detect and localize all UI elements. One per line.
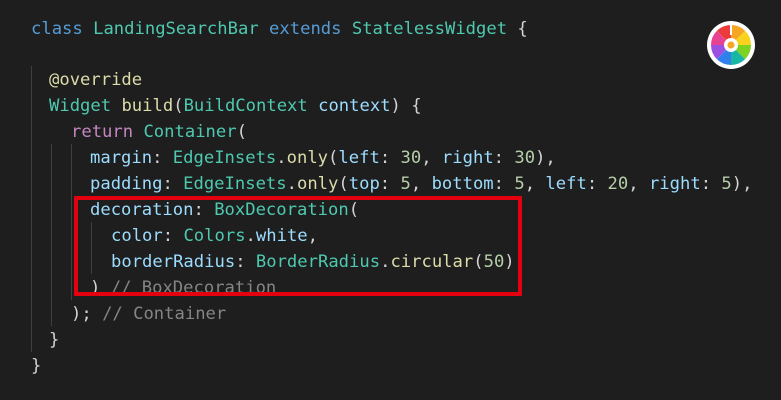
code-line-7: padding: EdgeInsets.only(top: 5, bottom:… xyxy=(90,171,752,197)
comma: , xyxy=(410,174,432,194)
margin-prop: margin xyxy=(90,148,153,168)
edge-insets-class: EdgeInsets xyxy=(172,148,277,168)
colon: : xyxy=(493,148,515,168)
code-line-3: @override xyxy=(49,67,142,93)
colon: : xyxy=(379,174,401,194)
value-left: 30 xyxy=(400,148,422,168)
paren-open: ( xyxy=(173,96,184,116)
colon: : xyxy=(152,148,173,168)
comma: , xyxy=(524,174,546,194)
paren-close-semicolon: ); xyxy=(71,304,92,324)
code-line-4: Widget build(BuildContext context) { xyxy=(49,93,422,119)
container-class: Container xyxy=(143,122,237,142)
param-left: left xyxy=(338,148,380,168)
highlight-box xyxy=(74,196,522,296)
paren-open: ( xyxy=(236,122,247,142)
dot: . xyxy=(276,148,287,168)
edge-insets-class: EdgeInsets xyxy=(183,174,287,194)
value-right: 30 xyxy=(514,148,536,168)
color-wheel-icon xyxy=(707,21,755,69)
only-fn: only xyxy=(286,148,329,168)
param-top: top xyxy=(348,174,380,194)
colon: : xyxy=(493,174,515,194)
override-annotation: @override xyxy=(49,70,143,90)
param-right: right xyxy=(648,174,701,194)
param-name: context xyxy=(318,96,391,116)
return-type: Widget xyxy=(49,96,112,116)
code-line-5: return Container( xyxy=(71,119,247,145)
paren-open: ( xyxy=(328,148,339,168)
colon: : xyxy=(586,174,608,194)
indent-guide xyxy=(31,66,32,352)
comma: , xyxy=(421,148,442,168)
value-bottom: 5 xyxy=(514,174,525,194)
indent-guide xyxy=(71,144,72,300)
padding-prop: padding xyxy=(90,174,163,194)
indent-guide xyxy=(51,144,52,326)
base-class: StatelessWidget xyxy=(351,19,508,39)
code-line-14: } xyxy=(31,353,41,379)
only-fn: only xyxy=(296,174,339,194)
close-brace: } xyxy=(31,356,42,376)
paren-open: ( xyxy=(338,174,349,194)
keyword-return: return xyxy=(71,122,134,142)
param-right: right xyxy=(441,148,494,168)
paren-close-brace: ) { xyxy=(390,96,422,116)
container-comment: // Container xyxy=(102,304,227,324)
code-line-6: margin: EdgeInsets.only(left: 30, right:… xyxy=(90,145,556,171)
method-name: build xyxy=(121,96,174,116)
value-top: 5 xyxy=(400,174,411,194)
close-brace: } xyxy=(49,330,60,350)
value-left: 20 xyxy=(607,174,629,194)
keyword-class: class xyxy=(31,19,83,39)
code-line-13: } xyxy=(49,327,59,353)
param-type: BuildContext xyxy=(183,96,308,116)
param-left: left xyxy=(545,174,587,194)
colon: : xyxy=(379,148,401,168)
keyword-extends: extends xyxy=(269,19,342,39)
colon: : xyxy=(162,174,184,194)
open-brace: { xyxy=(507,19,528,39)
code-line-1: class LandingSearchBar extends Stateless… xyxy=(31,16,528,42)
paren-close: ), xyxy=(731,174,753,194)
class-name: LandingSearchBar xyxy=(93,19,259,39)
code-editor[interactable]: class LandingSearchBar extends Stateless… xyxy=(0,0,781,400)
dot: . xyxy=(286,174,297,194)
colon: : xyxy=(700,174,722,194)
param-bottom: bottom xyxy=(431,174,494,194)
value-right: 5 xyxy=(721,174,732,194)
comma: , xyxy=(628,174,649,194)
paren-close: ), xyxy=(535,148,556,168)
code-line-12: ); // Container xyxy=(71,301,226,327)
